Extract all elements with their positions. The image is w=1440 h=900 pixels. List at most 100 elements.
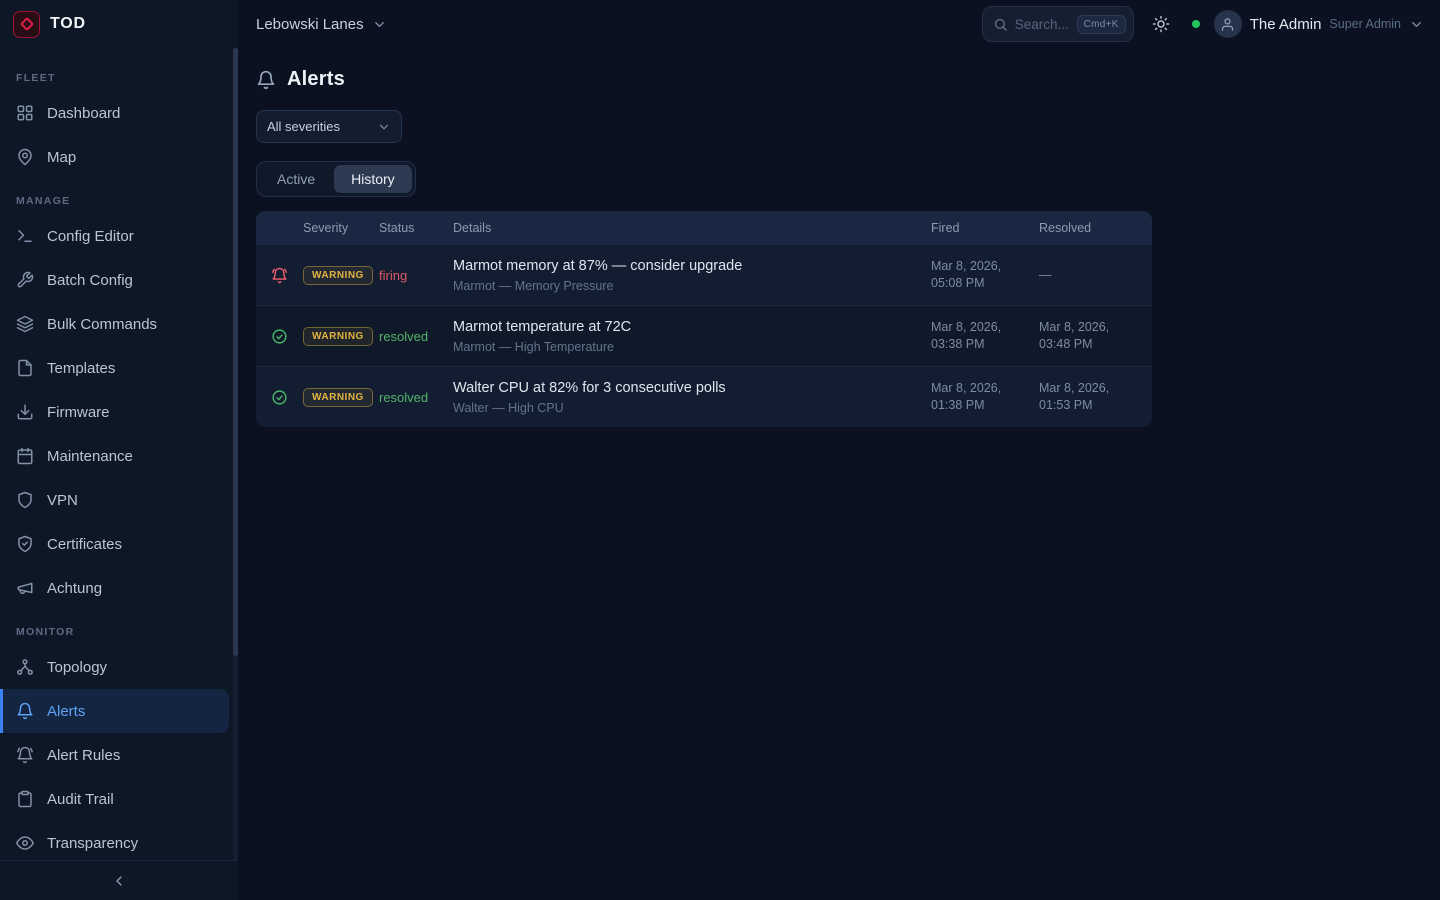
sidebar-item-label: Config Editor: [47, 228, 134, 245]
sidebar-section-label: MONITOR: [0, 610, 238, 645]
sidebar-item-label: Maintenance: [47, 448, 133, 465]
severity-badge: WARNING: [303, 388, 373, 407]
tab-active[interactable]: Active: [260, 165, 332, 193]
sidebar-item-maintenance[interactable]: Maintenance: [0, 434, 238, 478]
sidebar-section-label: MANAGE: [0, 179, 238, 214]
severity-badge: WARNING: [303, 327, 373, 346]
sidebar-scrollbar[interactable]: [233, 48, 238, 860]
sidebar-collapse-button[interactable]: [0, 860, 238, 900]
layers-icon: [16, 315, 34, 333]
sidebar-item-firmware[interactable]: Firmware: [0, 390, 238, 434]
chevron-left-icon: [111, 873, 127, 889]
avatar: [1214, 10, 1242, 38]
download-icon: [16, 403, 34, 421]
tod-logo-icon: [13, 11, 40, 38]
severity-filter-select[interactable]: All severities: [256, 110, 402, 143]
sidebar-item-map[interactable]: Map: [0, 135, 238, 179]
calendar-icon: [16, 447, 34, 465]
severity-badge: WARNING: [303, 266, 373, 285]
app-name: TOD: [50, 15, 86, 33]
alert-subtitle: Walter — High CPU: [453, 401, 919, 415]
search-shortcut-badge: Cmd+K: [1077, 15, 1126, 34]
bell-ring-icon: [16, 746, 34, 764]
col-status: Status: [379, 221, 453, 235]
terminal-icon: [16, 227, 34, 245]
alerts-table-header: Severity Status Details Fired Resolved: [256, 211, 1152, 244]
chevron-down-icon: [377, 120, 391, 134]
status-text: firing: [379, 268, 453, 283]
alert-row[interactable]: WARNING resolvedMarmot temperature at 72C…: [256, 305, 1152, 366]
sidebar-item-alerts[interactable]: Alerts: [0, 689, 229, 733]
col-fired: Fired: [931, 221, 1039, 235]
fired-time: Mar 8, 2026, 03:38 PM: [931, 319, 1039, 353]
sidebar-item-label: Map: [47, 149, 76, 166]
org-name: Lebowski Lanes: [256, 16, 364, 33]
grid-icon: [16, 104, 34, 122]
alert-title: Marmot memory at 87% — consider upgrade: [453, 258, 919, 274]
status-text: resolved: [379, 329, 453, 344]
alerts-table: Severity Status Details Fired Resolved W…: [256, 211, 1152, 427]
alert-subtitle: Marmot — High Temperature: [453, 340, 919, 354]
shield-icon: [16, 491, 34, 509]
sun-icon: [1152, 15, 1170, 33]
sidebar-item-label: Alerts: [47, 703, 85, 720]
app-logo[interactable]: TOD: [0, 0, 238, 48]
sidebar-item-label: Firmware: [47, 404, 110, 421]
user-menu[interactable]: The Admin Super Admin: [1214, 10, 1424, 38]
resolved-time: Mar 8, 2026, 01:53 PM: [1039, 380, 1152, 414]
tab-history[interactable]: History: [334, 165, 412, 193]
sidebar-item-label: Bulk Commands: [47, 316, 157, 333]
chevron-down-icon: [372, 17, 387, 32]
sidebar-item-audit-trail[interactable]: Audit Trail: [0, 777, 238, 821]
clipboard-icon: [16, 790, 34, 808]
search-input[interactable]: [1015, 17, 1070, 32]
alert-row[interactable]: WARNING firingMarmot memory at 87% — cons…: [256, 244, 1152, 305]
user-name: The Admin: [1250, 16, 1322, 33]
sidebar-item-label: Templates: [47, 360, 115, 377]
col-resolved: Resolved: [1039, 221, 1152, 235]
theme-toggle-button[interactable]: [1144, 7, 1178, 41]
severity-filter-value: All severities: [267, 119, 340, 134]
sidebar-item-label: Transparency: [47, 835, 138, 852]
sidebar-scrollbar-thumb[interactable]: [233, 48, 238, 656]
sidebar-item-label: Certificates: [47, 536, 122, 553]
org-selector[interactable]: Lebowski Lanes: [256, 16, 387, 33]
bell-icon: [16, 702, 34, 720]
sidebar-item-label: Topology: [47, 659, 107, 676]
search-icon: [993, 17, 1008, 32]
sidebar-item-dashboard[interactable]: Dashboard: [0, 91, 238, 135]
sidebar-item-bulk-commands[interactable]: Bulk Commands: [0, 302, 238, 346]
status-text: resolved: [379, 390, 453, 405]
col-details: Details: [453, 221, 931, 235]
sidebar: TOD FLEET Dashboard Map MANAGE Config Editor…: [0, 0, 238, 900]
sidebar-item-certificates[interactable]: Certificates: [0, 522, 238, 566]
alert-row[interactable]: WARNING resolvedWalter CPU at 82% for 3 c…: [256, 366, 1152, 427]
sidebar-item-label: Dashboard: [47, 105, 120, 122]
alerts-table-body: WARNING firingMarmot memory at 87% — cons…: [256, 244, 1152, 427]
sidebar-item-label: Achtung: [47, 580, 102, 597]
sidebar-item-alert-rules[interactable]: Alert Rules: [0, 733, 238, 777]
sidebar-item-achtung[interactable]: Achtung: [0, 566, 238, 610]
sidebar-nav: FLEET Dashboard Map MANAGE Config Editor Batc…: [0, 48, 238, 860]
alert-title: Marmot temperature at 72C: [453, 319, 919, 335]
sidebar-item-label: Alert Rules: [47, 747, 120, 764]
sidebar-item-vpn[interactable]: VPN: [0, 478, 238, 522]
wrench-icon: [16, 271, 34, 289]
sidebar-section-label: FLEET: [0, 56, 238, 91]
online-status-dot: [1192, 20, 1200, 28]
sidebar-item-templates[interactable]: Templates: [0, 346, 238, 390]
search-box[interactable]: Cmd+K: [982, 6, 1134, 42]
page-title: Alerts: [287, 68, 345, 91]
fired-time: Mar 8, 2026, 01:38 PM: [931, 380, 1039, 414]
sidebar-item-batch-config[interactable]: Batch Config: [0, 258, 238, 302]
check-circle-icon: [271, 389, 288, 406]
sidebar-item-topology[interactable]: Topology: [0, 645, 238, 689]
alert-title: Walter CPU at 82% for 3 consecutive poll…: [453, 380, 919, 396]
check-circle-icon: [271, 328, 288, 345]
topbar: Lebowski Lanes Cmd+K The Admin Super Adm…: [238, 0, 1440, 48]
sidebar-item-label: Batch Config: [47, 272, 133, 289]
fired-time: Mar 8, 2026, 05:08 PM: [931, 258, 1039, 292]
sidebar-item-transparency[interactable]: Transparency: [0, 821, 238, 860]
topology-icon: [16, 658, 34, 676]
sidebar-item-config-editor[interactable]: Config Editor: [0, 214, 238, 258]
